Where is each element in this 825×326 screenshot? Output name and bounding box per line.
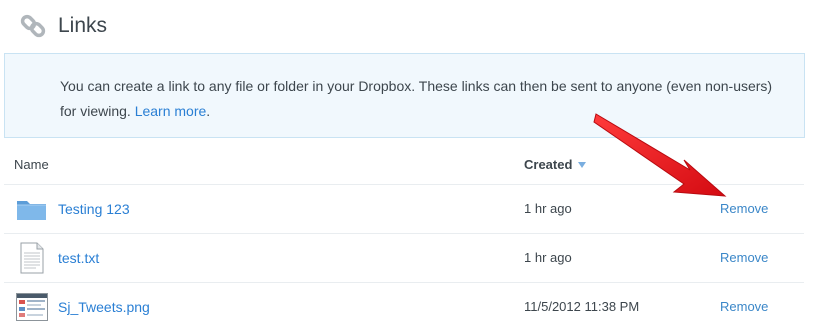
created-time: 1 hr ago (524, 250, 572, 265)
table-row: Testing 123 1 hr ago Remove (4, 185, 804, 234)
created-time: 1 hr ago (524, 201, 572, 216)
column-header-created[interactable]: Created (524, 157, 587, 172)
remove-link[interactable]: Remove (720, 299, 768, 314)
info-period: . (206, 103, 211, 119)
created-time: 11/5/2012 11:38 PM (524, 299, 640, 314)
page-title: Links (58, 14, 108, 37)
text-file-icon (20, 242, 44, 274)
page-header: Links (0, 0, 825, 53)
info-text: You can create a link to any file or fol… (60, 74, 780, 124)
column-header-name[interactable]: Name (14, 157, 49, 172)
file-name-link[interactable]: Sj_Tweets.png (58, 299, 150, 315)
table-row: Sj_Tweets.png 11/5/2012 11:38 PM Remove (4, 283, 804, 326)
link-icon (20, 14, 46, 38)
learn-more-link[interactable]: Learn more (135, 103, 207, 119)
file-name-link[interactable]: Testing 123 (58, 201, 130, 217)
image-thumbnail-icon (16, 293, 48, 321)
column-header-created-label: Created (524, 157, 573, 172)
table-row: test.txt 1 hr ago Remove (4, 234, 804, 283)
links-table: Name Created Testing 123 1 hr ago Remove… (4, 142, 804, 326)
info-banner: You can create a link to any file or fol… (4, 53, 805, 138)
remove-link[interactable]: Remove (720, 201, 768, 216)
sort-descending-icon (578, 162, 587, 168)
folder-icon (17, 201, 46, 220)
file-name-link[interactable]: test.txt (58, 250, 99, 266)
remove-link[interactable]: Remove (720, 250, 768, 265)
table-header: Name Created (4, 142, 804, 185)
